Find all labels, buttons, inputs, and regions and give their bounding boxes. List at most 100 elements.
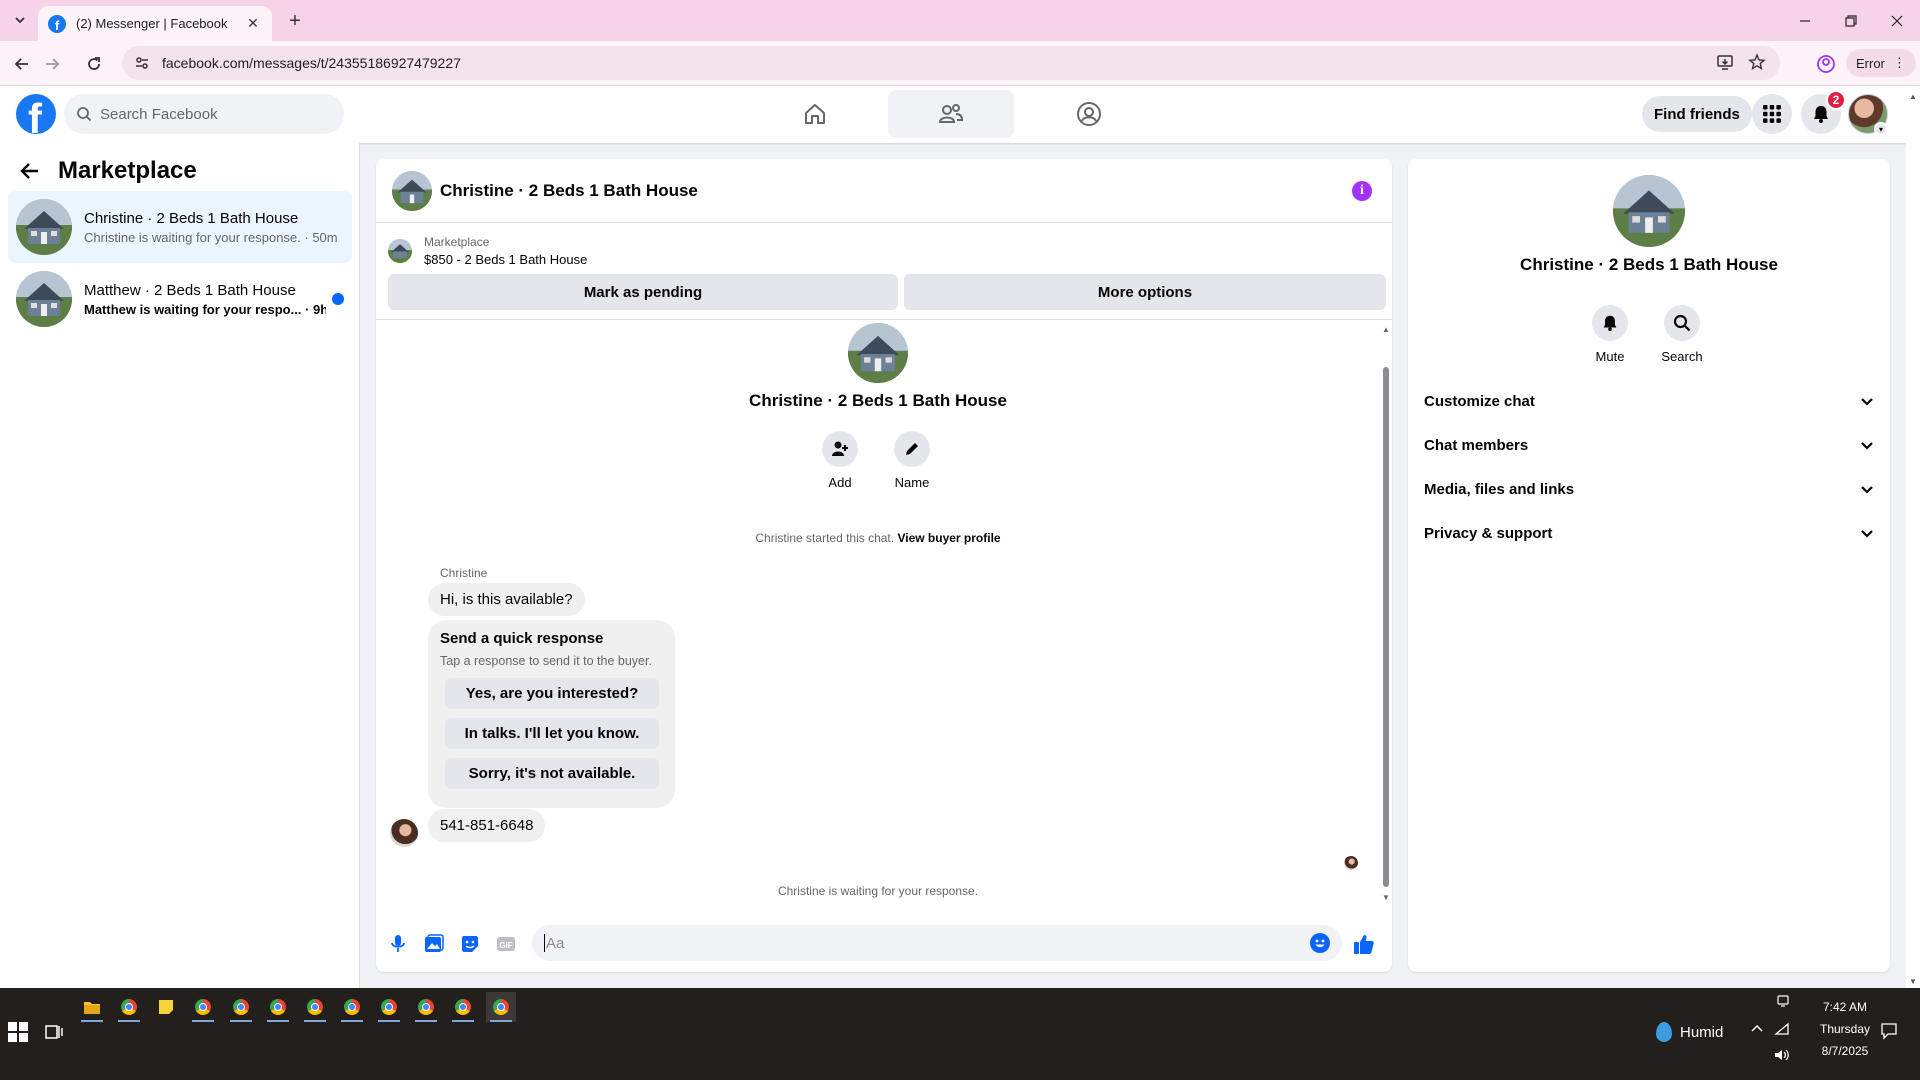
chat-title[interactable]: Christine · 2 Beds 1 Bath House: [440, 181, 698, 201]
close-window-button[interactable]: [1874, 0, 1920, 41]
error-chip-label: Error: [1856, 55, 1885, 71]
chrome-taskbar-icon-active[interactable]: [486, 992, 516, 1022]
weather-label: Humid: [1680, 1023, 1724, 1041]
close-tab-icon[interactable]: ✕: [244, 15, 262, 33]
network-icon[interactable]: [1774, 1022, 1790, 1036]
emoji-icon[interactable]: [1310, 933, 1330, 953]
chrome-taskbar-icon[interactable]: [411, 992, 441, 1022]
like-thumbs-up-icon[interactable]: [1350, 930, 1378, 958]
search-label: Search: [1661, 349, 1703, 364]
bookmark-star-icon[interactable]: [1748, 53, 1766, 71]
volume-icon[interactable]: [1774, 1048, 1790, 1062]
minimize-window-button[interactable]: [1782, 0, 1828, 41]
listing-banner[interactable]: Marketplace $850 - 2 Beds 1 Bath House: [388, 233, 587, 269]
search-input[interactable]: Search Facebook: [64, 94, 344, 134]
message-input[interactable]: Aa: [532, 925, 1342, 961]
show-hidden-icons-chevron-icon[interactable]: [1750, 1022, 1764, 1036]
new-tab-button[interactable]: +: [282, 8, 308, 34]
browser-profile-icon[interactable]: [1812, 50, 1840, 78]
customize-chat-section[interactable]: Customize chat: [1416, 379, 1882, 423]
chevron-down-icon: [1861, 530, 1873, 538]
task-view-icon[interactable]: [44, 1022, 64, 1042]
page-scrollbar[interactable]: ▲ ▼: [1906, 86, 1920, 988]
chat-window: Christine · 2 Beds 1 Bath House i Market…: [376, 159, 1392, 972]
gif-icon[interactable]: GIF: [492, 930, 520, 958]
pencil-icon: [906, 443, 918, 455]
message-bubble[interactable]: 541-851-6648: [428, 809, 546, 842]
name-chat-button[interactable]: Name: [882, 431, 942, 490]
photo-icon[interactable]: [420, 930, 448, 958]
site-info-icon[interactable]: [134, 55, 150, 71]
windows-taskbar: Humid 7:42 AM Thursday 8/7/2025: [0, 988, 1920, 1080]
quick-response-yes-button[interactable]: Yes, are you interested?: [445, 678, 659, 709]
grid-menu-icon: [1763, 105, 1781, 123]
chrome-taskbar-icon[interactable]: [188, 992, 218, 1022]
chat-scrollbar[interactable]: ▲ ▼: [1380, 323, 1392, 903]
chrome-taskbar-icon[interactable]: [337, 992, 367, 1022]
more-options-button[interactable]: More options: [904, 274, 1386, 310]
nav-profile[interactable]: [1026, 90, 1152, 138]
chrome-taskbar-icon[interactable]: [226, 992, 256, 1022]
scroll-down-arrow-icon[interactable]: ▼: [1909, 977, 1917, 986]
media-files-links-section[interactable]: Media, files and links: [1416, 467, 1882, 511]
message-composer: GIF Aa: [376, 916, 1380, 972]
install-app-icon[interactable]: [1716, 53, 1734, 71]
quick-response-not-available-button[interactable]: Sorry, it's not available.: [445, 758, 659, 789]
clock-date[interactable]: 8/7/2025: [1810, 1044, 1880, 1058]
account-chevron-icon[interactable]: ▾: [1874, 122, 1888, 136]
message-bubble[interactable]: Hi, is this available?: [428, 583, 585, 616]
profile-error-chip[interactable]: Error ⋮: [1846, 49, 1916, 77]
sticky-notes-icon[interactable]: [151, 992, 181, 1022]
intro-avatar[interactable]: [848, 323, 908, 383]
tab-search-chevron-icon[interactable]: [8, 8, 32, 32]
back-arrow-icon[interactable]: [8, 50, 36, 78]
restore-window-button[interactable]: [1828, 0, 1874, 41]
conversation-sidebar: Marketplace Christine · 2 Beds 1 Bath Ho…: [0, 143, 360, 988]
details-avatar[interactable]: [1613, 175, 1685, 247]
browser-tab[interactable]: f (2) Messenger | Facebook ✕: [38, 6, 272, 41]
weather-widget[interactable]: Humid: [1656, 1022, 1723, 1042]
conversation-item-matthew[interactable]: Matthew · 2 Beds 1 Bath House Matthew is…: [8, 263, 352, 335]
scroll-thumb[interactable]: [1383, 367, 1389, 887]
scroll-up-arrow-icon[interactable]: ▲: [1909, 92, 1917, 101]
mute-button[interactable]: Mute: [1580, 305, 1640, 364]
find-friends-button[interactable]: Find friends: [1642, 96, 1752, 132]
chrome-taskbar-icon[interactable]: [448, 992, 478, 1022]
sticker-icon[interactable]: [456, 930, 484, 958]
forward-arrow-icon[interactable]: [38, 50, 66, 78]
quick-response-in-talks-button[interactable]: In talks. I'll let you know.: [445, 718, 659, 749]
clock-day[interactable]: Thursday: [1810, 1022, 1880, 1036]
scroll-down-arrow-icon[interactable]: ▼: [1382, 893, 1390, 902]
search-in-chat-button[interactable]: Search: [1652, 305, 1712, 364]
message-input-placeholder: Aa: [546, 934, 565, 952]
file-explorer-icon[interactable]: [77, 992, 107, 1022]
chrome-taskbar-icon[interactable]: [374, 992, 404, 1022]
windows-start-icon[interactable]: [8, 1022, 28, 1042]
nav-friends[interactable]: [888, 90, 1014, 138]
chat-members-section[interactable]: Chat members: [1416, 423, 1882, 467]
conversation-item-christine[interactable]: Christine · 2 Beds 1 Bath House Christin…: [8, 191, 352, 263]
view-buyer-profile-link[interactable]: View buyer profile: [897, 531, 1000, 545]
intro-title: Christine · 2 Beds 1 Bath House: [749, 391, 1007, 410]
scroll-up-arrow-icon[interactable]: ▲: [1382, 325, 1390, 334]
meet-now-icon[interactable]: [1776, 994, 1790, 1008]
add-people-button[interactable]: Add: [810, 431, 870, 490]
facebook-logo-icon[interactable]: f: [16, 94, 56, 134]
info-icon[interactable]: i: [1352, 181, 1372, 201]
back-arrow-icon[interactable]: [20, 161, 40, 181]
chat-avatar[interactable]: [392, 170, 432, 211]
mark-as-pending-button[interactable]: Mark as pending: [388, 274, 898, 310]
notification-center-icon[interactable]: [1880, 1022, 1898, 1040]
nav-home[interactable]: [752, 90, 878, 138]
chrome-taskbar-icon[interactable]: [300, 992, 330, 1022]
address-bar[interactable]: facebook.com/messages/t/2435518692747922…: [122, 46, 1780, 80]
chevron-down-icon: [1861, 442, 1873, 450]
chrome-taskbar-icon[interactable]: [114, 992, 144, 1022]
menu-grid-button[interactable]: [1752, 94, 1792, 134]
microphone-icon[interactable]: [384, 930, 412, 958]
reload-icon[interactable]: [80, 50, 108, 78]
sender-avatar[interactable]: [390, 819, 418, 847]
clock-time[interactable]: 7:42 AM: [1810, 1000, 1880, 1014]
privacy-support-section[interactable]: Privacy & support: [1416, 511, 1882, 555]
chrome-taskbar-icon[interactable]: [263, 992, 293, 1022]
